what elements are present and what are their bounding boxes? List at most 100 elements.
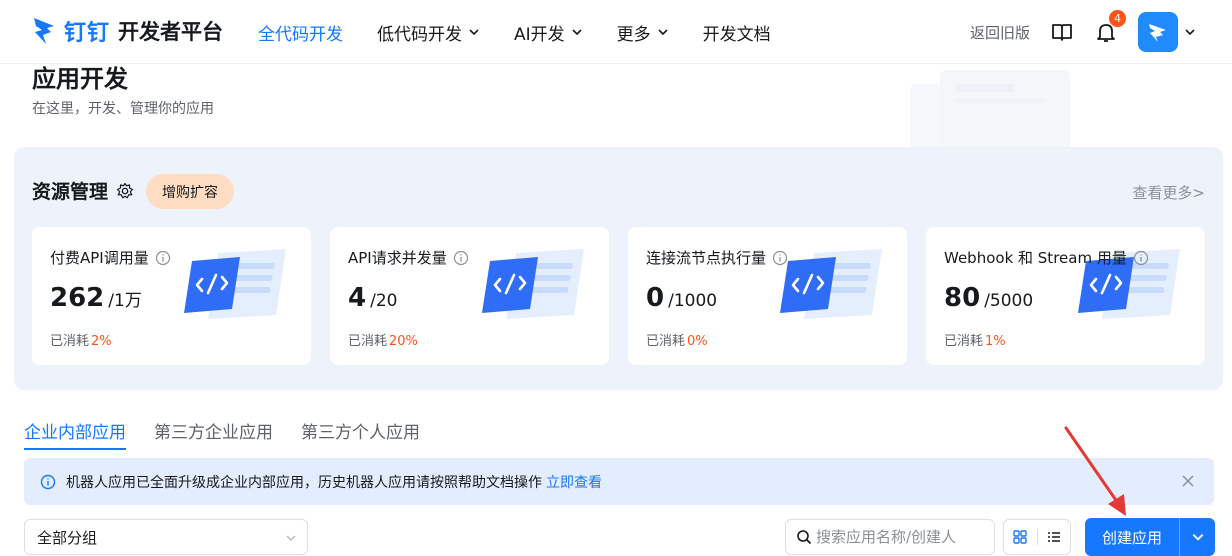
- page-subtitle: 在这里，开发、管理你的应用: [32, 101, 214, 117]
- create-app-label: 创建应用: [1101, 528, 1162, 547]
- card-usage: 已消耗 0%: [646, 330, 708, 349]
- group-select-value: 全部分组: [37, 528, 98, 547]
- see-more-link[interactable]: 查看更多>: [1132, 182, 1205, 203]
- chevron-down-icon: [572, 29, 582, 36]
- chevron-down-icon: [286, 535, 296, 541]
- card-usage-percent: 0%: [687, 334, 708, 349]
- create-app-dropdown[interactable]: [1180, 530, 1215, 544]
- info-icon: [40, 474, 56, 489]
- nav-label: 更多: [616, 24, 651, 45]
- nav-label: AI开发: [514, 24, 565, 45]
- card-usage: 已消耗 1%: [944, 330, 1006, 349]
- docs-book-icon[interactable]: [1050, 20, 1074, 44]
- header-decoration-illustration: [910, 70, 1070, 148]
- notice-text: 机器人应用已全面升级成企业内部应用，历史机器人应用请按照帮助文档操作: [66, 474, 542, 491]
- card-title-text: API请求并发量: [348, 249, 447, 267]
- chevron-down-icon[interactable]: [1184, 26, 1196, 38]
- page-title: 应用开发: [32, 65, 128, 93]
- brand[interactable]: 钉钉 开发者平台: [32, 12, 223, 50]
- search-icon: [797, 530, 812, 545]
- resource-title-text: 资源管理: [32, 181, 109, 203]
- card-value-number: 262: [50, 283, 105, 313]
- card-value: 262 /1万: [50, 283, 142, 313]
- card-value-total: /1万: [108, 291, 142, 311]
- code-illustration-icon: [482, 249, 584, 319]
- chevron-down-icon: [1192, 534, 1203, 541]
- card-value-number: 4: [348, 283, 367, 313]
- resource-card: API请求并发量 4 /20 已消耗 20%: [330, 227, 609, 365]
- code-illustration-icon: [184, 249, 286, 319]
- card-value-total: /5000: [984, 291, 1034, 311]
- tab-third-party-personal-apps[interactable]: 第三方个人应用: [301, 418, 420, 449]
- card-usage-label: 已消耗: [944, 334, 984, 349]
- tab-third-party-enterprise-apps[interactable]: 第三方企业应用: [154, 418, 273, 449]
- list-view-icon[interactable]: [1037, 520, 1070, 554]
- group-select[interactable]: 全部分组: [24, 519, 308, 555]
- card-title: 连接流节点执行量: [646, 247, 788, 268]
- resource-title: 资源管理: [32, 177, 134, 204]
- nav-docs[interactable]: 开发文档: [703, 20, 771, 45]
- card-title-text: Webhook 和 Stream 用量: [944, 249, 1127, 267]
- resource-card: 连接流节点执行量 0 /1000 已消耗 0%: [628, 227, 907, 365]
- card-value-number: 0: [646, 283, 665, 313]
- nav-more[interactable]: 更多: [617, 20, 669, 45]
- card-usage-percent: 1%: [985, 334, 1006, 349]
- app-type-tabs: 企业内部应用 第三方企业应用 第三方个人应用: [24, 418, 448, 450]
- notice-view-link[interactable]: 立即查看: [546, 472, 602, 492]
- chevron-down-icon: [469, 29, 479, 36]
- notice-banner: 机器人应用已全面升级成企业内部应用，历史机器人应用请按照帮助文档操作 立即查看: [24, 458, 1214, 505]
- nav-right: 返回旧版 4: [970, 0, 1196, 64]
- chevron-down-icon: [658, 29, 668, 36]
- card-value-total: /1000: [668, 291, 718, 311]
- card-title-text: 付费API调用量: [50, 249, 149, 267]
- main-menu: 全代码开发 低代码开发 AI开发 更多 开发文档: [258, 0, 805, 64]
- brand-name: 钉钉: [64, 21, 111, 46]
- card-usage-label: 已消耗: [348, 334, 388, 349]
- nav-label: 低代码开发: [377, 24, 462, 45]
- card-value: 0 /1000: [646, 283, 717, 313]
- nav-ai[interactable]: AI开发: [514, 20, 583, 45]
- avatar[interactable]: [1138, 12, 1178, 52]
- card-value: 80 /5000: [944, 283, 1033, 313]
- resource-management-panel: 资源管理 增购扩容 查看更多> 付费API调用量 262 /1万 已消耗2%: [14, 147, 1223, 390]
- card-title: 付费API调用量: [50, 247, 171, 268]
- brand-subtitle: 开发者平台: [118, 20, 224, 44]
- code-illustration-icon: [780, 249, 882, 319]
- dingtalk-avatar-icon: [1149, 24, 1166, 42]
- old-version-link[interactable]: 返回旧版: [970, 22, 1030, 43]
- info-icon[interactable]: [1133, 250, 1149, 266]
- bell-icon[interactable]: 4: [1094, 10, 1126, 44]
- card-usage-label: 已消耗: [50, 334, 90, 349]
- nav-label: 开发文档: [702, 24, 771, 45]
- close-icon[interactable]: [1180, 473, 1196, 489]
- resource-card: Webhook 和 Stream 用量 80 /5000 已消耗 1%: [926, 227, 1205, 365]
- notification-badge: 4: [1109, 10, 1126, 27]
- nav-full-code[interactable]: 全代码开发: [258, 20, 343, 45]
- info-icon[interactable]: [155, 250, 171, 266]
- buy-expand-button[interactable]: 增购扩容: [146, 174, 234, 209]
- card-usage-percent: 20%: [389, 334, 418, 349]
- card-value: 4 /20: [348, 283, 397, 313]
- page-header: 应用开发 在这里，开发、管理你的应用: [32, 62, 214, 118]
- card-usage-percent: 2%: [91, 334, 112, 349]
- card-usage: 已消耗 2%: [50, 330, 112, 349]
- dingtalk-logo-icon: [34, 18, 54, 44]
- nav-label: 全代码开发: [258, 24, 343, 45]
- grid-view-icon[interactable]: [1004, 520, 1037, 554]
- gear-icon[interactable]: [116, 182, 134, 200]
- search-input[interactable]: [816, 528, 986, 546]
- card-usage-label: 已消耗: [646, 334, 686, 349]
- card-value-total: /20: [370, 291, 398, 311]
- search-box[interactable]: [785, 519, 995, 555]
- card-value-number: 80: [944, 283, 981, 313]
- card-usage: 已消耗 20%: [348, 330, 418, 349]
- card-title-text: 连接流节点执行量: [646, 249, 767, 267]
- create-app-button[interactable]: 创建应用: [1085, 518, 1215, 556]
- info-icon[interactable]: [453, 250, 469, 266]
- tab-internal-apps[interactable]: 企业内部应用: [24, 418, 126, 450]
- card-title: Webhook 和 Stream 用量: [944, 247, 1149, 268]
- view-toggle: [1003, 519, 1071, 555]
- nav-low-code[interactable]: 低代码开发: [377, 20, 480, 45]
- top-navigation: 钉钉 开发者平台 全代码开发 低代码开发 AI开发 更多 开发文档 返回旧版 4: [0, 0, 1232, 64]
- resource-card: 付费API调用量 262 /1万 已消耗 2%: [32, 227, 311, 365]
